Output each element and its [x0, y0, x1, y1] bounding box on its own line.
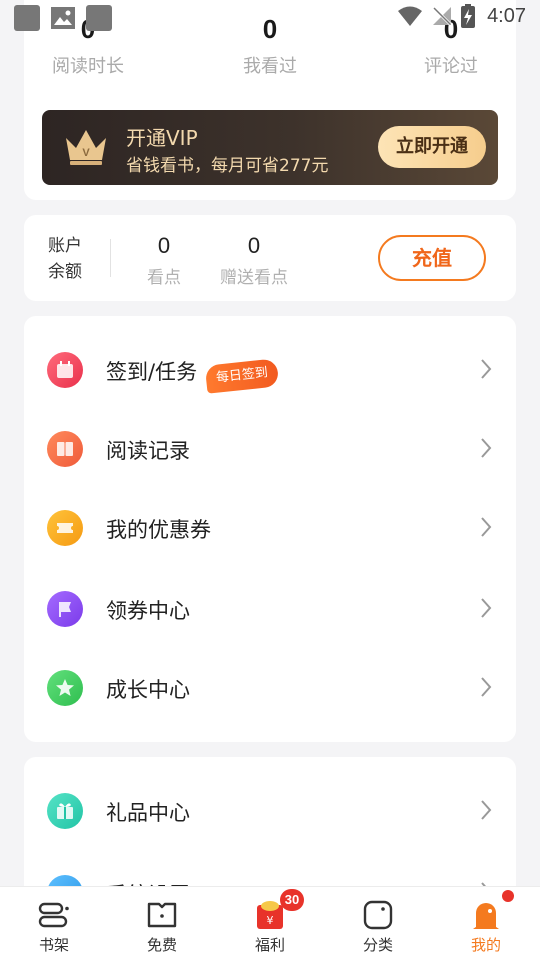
chevron-right-icon	[481, 517, 492, 537]
balance-item-label: 看点	[147, 268, 181, 288]
menu-item-gift-center[interactable]: 礼品中心	[24, 771, 516, 851]
free-icon	[147, 902, 177, 928]
star-icon	[47, 670, 83, 706]
tab-mine[interactable]: 我的	[432, 887, 540, 960]
crown-icon: V	[66, 130, 106, 165]
ticket-icon	[47, 510, 83, 546]
menu-item-label: 我的优惠券	[106, 518, 211, 542]
clock: 4:07	[487, 4, 526, 27]
svg-text:V: V	[82, 147, 90, 159]
balance-card: 账户余额 0 看点 0 赠送看点 充值	[24, 215, 516, 301]
tab-label: 书架	[38, 936, 69, 954]
tab-free[interactable]: 免费	[108, 887, 216, 960]
status-bar: 4:07	[0, 0, 540, 36]
chevron-right-icon	[481, 359, 492, 379]
notification-icon	[14, 5, 40, 31]
svg-text:¥: ¥	[267, 914, 274, 927]
balance-label: 账户余额	[48, 236, 82, 282]
menu-item-label: 签到/任务	[106, 360, 198, 384]
daily-checkin-badge: 每日签到	[204, 358, 280, 394]
calendar-icon	[47, 352, 83, 388]
stat-label: 我看过	[243, 56, 297, 77]
balance-bonus-points[interactable]: 0 赠送看点	[216, 233, 292, 288]
tab-label: 福利	[254, 936, 285, 954]
chevron-right-icon	[481, 677, 492, 697]
notification-icon-2	[86, 5, 112, 31]
menu-item-growth-center[interactable]: 成长中心	[24, 648, 516, 728]
balance-item-label: 赠送看点	[220, 268, 288, 288]
vip-open-button[interactable]: 立即开通	[378, 126, 486, 168]
stat-label: 阅读时长	[52, 56, 124, 77]
book-icon	[47, 431, 83, 467]
vip-subtitle: 省钱看书，每月可省277元	[126, 156, 329, 176]
tab-bookshelf[interactable]: 书架	[0, 887, 108, 960]
chevron-right-icon	[481, 438, 492, 458]
bookshelf-icon	[38, 902, 69, 928]
tab-category[interactable]: 分类	[324, 887, 432, 960]
welfare-count-badge: 30	[280, 889, 304, 911]
recharge-button[interactable]: 充值	[378, 235, 486, 281]
balance-value: 0	[157, 233, 171, 258]
menu-item-label: 阅读记录	[106, 439, 190, 463]
tab-label: 我的	[470, 936, 501, 954]
chevron-right-icon	[481, 800, 492, 820]
bottom-tab-bar: 书架 免费 ¥ 30 福利 分类 我的	[0, 886, 540, 960]
profile-icon	[473, 903, 499, 929]
menu-item-coupon-center[interactable]: 领券中心	[24, 569, 516, 649]
menu-item-label: 领券中心	[106, 599, 190, 623]
no-signal-icon	[433, 6, 452, 26]
menu-item-label: 成长中心	[106, 678, 190, 702]
stat-label: 评论过	[424, 56, 478, 77]
wifi-icon	[398, 6, 423, 26]
flag-icon	[47, 591, 83, 627]
menu-card: 签到/任务 每日签到 阅读记录 我的优惠券 领券中心 成长中心	[24, 316, 516, 742]
tab-welfare[interactable]: ¥ 30 福利	[216, 887, 324, 960]
notification-dot	[502, 890, 514, 902]
gift-icon	[47, 793, 83, 829]
vip-banner[interactable]: V 开通VIP 省钱看书，每月可省277元 立即开通	[42, 110, 498, 185]
menu-item-reading-history[interactable]: 阅读记录	[24, 409, 516, 489]
battery-icon	[461, 4, 476, 28]
tab-label: 免费	[146, 936, 177, 954]
menu-item-label: 礼品中心	[106, 801, 190, 825]
menu-item-coupons[interactable]: 我的优惠券	[24, 488, 516, 568]
category-icon	[363, 900, 393, 930]
divider	[110, 239, 111, 277]
image-notification-icon	[51, 7, 75, 29]
chevron-right-icon	[481, 598, 492, 618]
balance-value: 0	[247, 233, 261, 258]
menu-item-checkin[interactable]: 签到/任务 每日签到	[24, 330, 516, 410]
balance-points[interactable]: 0 看点	[144, 233, 184, 288]
tab-label: 分类	[362, 936, 393, 954]
vip-title: 开通VIP	[126, 126, 198, 150]
